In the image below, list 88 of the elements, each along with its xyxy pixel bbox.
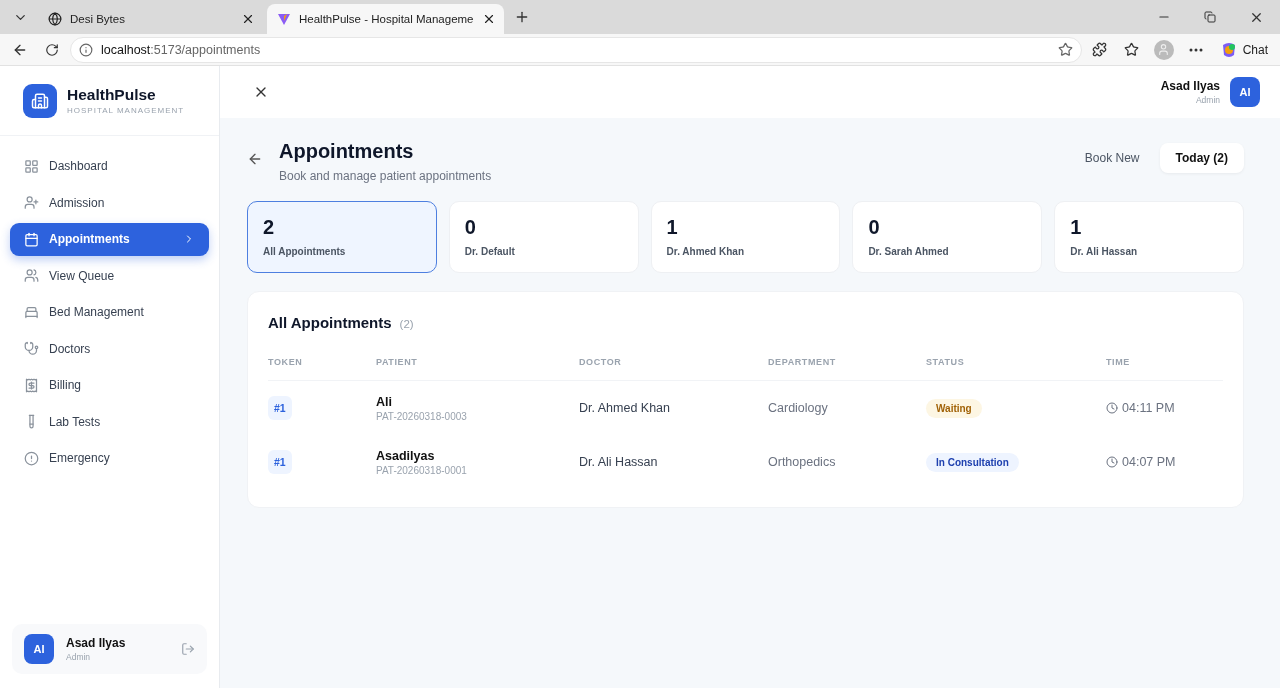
stat-count: 2 bbox=[263, 216, 276, 239]
more-icon bbox=[1188, 47, 1203, 52]
nav-item[interactable]: Admission bbox=[10, 186, 209, 219]
stat-card[interactable]: 0 Dr. Sarah Ahmed bbox=[852, 201, 1043, 273]
page-subtitle: Book and manage patient appointments bbox=[279, 169, 493, 183]
department-cell: Cardiology bbox=[768, 401, 828, 415]
user-role: Admin bbox=[1195, 95, 1220, 105]
profile-icon bbox=[1153, 39, 1174, 60]
token-tag: #1 bbox=[268, 396, 292, 420]
stat-label: All Appointments bbox=[263, 246, 347, 257]
nav-icon bbox=[24, 195, 39, 211]
nav-item[interactable]: Billing bbox=[10, 369, 209, 402]
view-tab[interactable]: Book New bbox=[1068, 143, 1156, 173]
table-title: All Appointments bbox=[268, 314, 392, 331]
nav-item[interactable]: Doctors bbox=[10, 332, 209, 365]
nav-icon bbox=[24, 231, 39, 247]
stat-card[interactable]: 0 Dr. Default bbox=[448, 201, 639, 273]
nav-icon bbox=[24, 450, 39, 466]
doctor-cell: Dr. Ahmed Khan bbox=[579, 401, 671, 415]
restore-icon bbox=[1204, 11, 1216, 23]
nav-item[interactable]: Bed Management bbox=[10, 296, 209, 329]
chat-button[interactable]: Chat bbox=[1213, 39, 1274, 60]
status-badge: Waiting bbox=[926, 398, 982, 418]
status-badge: In Consultation bbox=[926, 452, 1019, 472]
user-avatar[interactable]: AI bbox=[1230, 77, 1260, 107]
brand-subtitle: HOSPITAL MANAGEMENT bbox=[67, 106, 185, 115]
column-header: STATUS bbox=[926, 357, 1106, 381]
time-cell: 04:07 PM bbox=[1122, 455, 1176, 469]
patient-name: Ali bbox=[376, 394, 393, 409]
info-icon bbox=[79, 42, 93, 57]
user-name: Asad Ilyas bbox=[1160, 79, 1220, 93]
tab-title: HealthPulse - Hospital Manageme bbox=[299, 13, 474, 25]
browser-tab[interactable]: HealthPulse - Hospital Manageme bbox=[267, 4, 504, 34]
nav-item[interactable]: Lab Tests bbox=[10, 405, 209, 438]
star-icon bbox=[1124, 42, 1140, 57]
back-button[interactable] bbox=[247, 151, 263, 167]
stat-label: Dr. Ali Hassan bbox=[1070, 246, 1139, 257]
hospital-logo-icon bbox=[23, 83, 57, 118]
stat-count: 0 bbox=[868, 216, 881, 239]
stat-card[interactable]: 2 All Appointments bbox=[247, 201, 437, 273]
view-tab[interactable]: Today (2) bbox=[1159, 143, 1244, 173]
star-icon[interactable] bbox=[1057, 42, 1073, 57]
department-cell: Orthopedics bbox=[768, 455, 836, 469]
page-title: Appointments bbox=[279, 140, 415, 163]
nav-item[interactable]: Dashboard bbox=[10, 150, 209, 183]
nav-icon bbox=[24, 341, 39, 357]
stat-card[interactable]: 1 Dr. Ali Hassan bbox=[1054, 201, 1244, 273]
nav-icon bbox=[24, 268, 39, 284]
user-name: Asad Ilyas bbox=[66, 636, 126, 650]
token-tag: #1 bbox=[268, 450, 292, 474]
column-header: DOCTOR bbox=[579, 357, 768, 381]
column-header: DEPARTMENT bbox=[768, 357, 926, 381]
back-arrow-icon bbox=[247, 151, 263, 167]
stat-label: Dr. Ahmed Khan bbox=[666, 246, 745, 257]
time-cell: 04:11 PM bbox=[1122, 401, 1175, 415]
stat-card[interactable]: 1 Dr. Ahmed Khan bbox=[650, 201, 841, 273]
user-role: Admin bbox=[66, 652, 91, 662]
nav-item[interactable]: Appointments bbox=[10, 223, 209, 256]
patient-id: PAT-20260318-0003 bbox=[376, 410, 467, 422]
puzzle-icon bbox=[1092, 42, 1108, 57]
nav-item[interactable]: Emergency bbox=[10, 442, 209, 475]
doctor-cell: Dr. Ali Hassan bbox=[579, 455, 658, 469]
stat-count: 0 bbox=[464, 216, 477, 239]
nav-item[interactable]: View Queue bbox=[10, 259, 209, 292]
clock-icon bbox=[1106, 456, 1118, 468]
nav-icon bbox=[24, 304, 39, 320]
brand-name: HealthPulse bbox=[67, 86, 157, 104]
tab-title: Desi Bytes bbox=[70, 13, 126, 25]
stat-count: 1 bbox=[1070, 216, 1083, 239]
user-avatar: AI bbox=[24, 634, 54, 664]
reload-icon bbox=[45, 42, 59, 57]
address-field[interactable]: localhost:5173/appointments bbox=[70, 36, 1082, 63]
nav-icon bbox=[24, 158, 39, 174]
nav-icon bbox=[24, 377, 39, 393]
column-header: PATIENT bbox=[376, 357, 579, 381]
triangle-logo-icon bbox=[277, 12, 291, 26]
close-icon[interactable] bbox=[241, 12, 255, 26]
globe-icon bbox=[48, 12, 62, 26]
table-count: (2) bbox=[399, 318, 414, 330]
stat-label: Dr. Sarah Ahmed bbox=[868, 246, 950, 257]
stat-label: Dr. Default bbox=[464, 246, 516, 257]
column-header: TOKEN bbox=[268, 357, 376, 381]
clock-icon bbox=[1106, 402, 1118, 414]
browser-tab[interactable]: Desi Bytes bbox=[38, 4, 263, 34]
patient-id: PAT-20260318-0001 bbox=[376, 464, 467, 476]
column-header: TIME bbox=[1106, 357, 1223, 381]
stat-count: 1 bbox=[666, 216, 679, 239]
patient-name: Asadilyas bbox=[376, 448, 436, 463]
